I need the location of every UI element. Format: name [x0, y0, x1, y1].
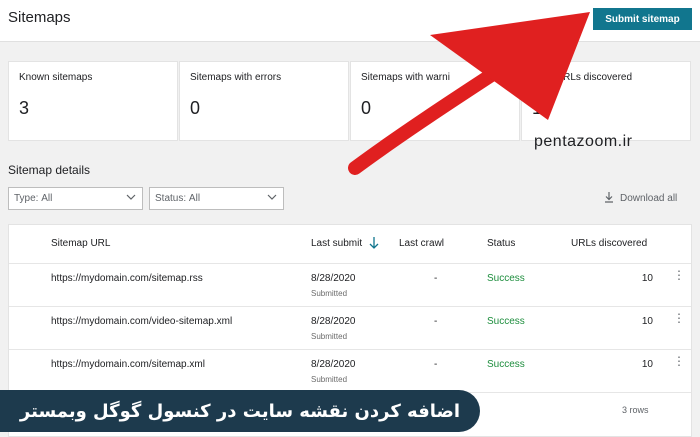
column-header-last-crawl[interactable]: Last crawl — [399, 238, 444, 249]
status-filter-select[interactable]: Status: All — [149, 187, 284, 210]
last-submit-cell: 8/28/2020 — [311, 316, 356, 327]
card-label: Sitemaps with errors — [190, 72, 282, 83]
last-crawl-cell: - — [434, 273, 438, 284]
arrow-down-icon[interactable] — [368, 236, 380, 250]
card-value: 0 — [361, 98, 372, 118]
total-urls-card: Total URLs discovered 10 — [521, 61, 691, 141]
filter-value: All — [41, 193, 53, 204]
status-cell: Success — [487, 316, 525, 327]
download-all-label: Download all — [620, 193, 678, 204]
column-header-urls-discovered[interactable]: URLs discovered — [571, 238, 647, 249]
sitemaps-errors-card: Sitemaps with errors 0 — [179, 61, 349, 141]
download-icon — [603, 191, 615, 206]
card-label: Known sitemaps — [19, 72, 93, 83]
rows-count: 3 rows — [622, 405, 649, 415]
more-vert-icon[interactable]: ⋮ — [673, 312, 685, 324]
status-cell: Success — [487, 273, 525, 284]
caption-banner: اضافه کردن نقشه سایت در کنسول گوگل وبمست… — [0, 390, 480, 432]
status-cell: Success — [487, 359, 525, 370]
sitemap-url-cell[interactable]: https://mydomain.com/sitemap.xml — [51, 359, 205, 370]
last-submit-cell: 8/28/2020 — [311, 273, 356, 284]
page-title: Sitemaps — [8, 9, 71, 26]
download-all-button[interactable]: Download all — [603, 191, 677, 206]
filter-prefix: Type: — [14, 193, 39, 204]
type-filter-select[interactable]: Type: All — [8, 187, 143, 210]
watermark-text: pentazoom.ir — [534, 133, 633, 150]
more-vert-icon[interactable]: ⋮ — [673, 269, 685, 281]
column-header-last-submit[interactable]: Last submit — [311, 238, 362, 249]
known-sitemaps-card: Known sitemaps 3 — [8, 61, 178, 141]
submit-note: Submitted — [311, 375, 348, 384]
card-value: 10 — [532, 98, 553, 118]
row-divider — [9, 306, 691, 307]
card-label: Total URLs discovered — [532, 72, 633, 83]
row-divider — [9, 349, 691, 350]
column-header-status[interactable]: Status — [487, 238, 515, 249]
banner-text: اضافه کردن نقشه سایت در کنسول گوگل وبمست… — [19, 400, 461, 422]
top-bar: Sitemaps Submit sitemap — [0, 0, 700, 42]
section-title: Sitemap details — [8, 163, 91, 177]
column-header-url[interactable]: Sitemap URL — [51, 238, 110, 249]
submit-note: Submitted — [311, 289, 348, 298]
sitemap-url-cell[interactable]: https://mydomain.com/video-sitemap.xml — [51, 316, 232, 327]
urls-discovered-cell: 10 — [641, 359, 653, 370]
sitemap-url-cell[interactable]: https://mydomain.com/sitemap.rss — [51, 273, 203, 284]
submit-note: Submitted — [311, 332, 348, 341]
card-value: 0 — [190, 98, 201, 118]
row-divider — [9, 263, 691, 264]
submit-sitemap-button[interactable]: Submit sitemap — [593, 8, 692, 30]
summary-cards: Known sitemaps 3 Sitemaps with errors 0 … — [8, 61, 692, 141]
filter-prefix: Status: — [155, 193, 187, 204]
card-label: Sitemaps with warni — [361, 72, 450, 83]
urls-discovered-cell: 10 — [641, 273, 653, 284]
card-value: 3 — [19, 98, 30, 118]
filter-value: All — [188, 193, 201, 204]
last-crawl-cell: - — [434, 316, 438, 327]
urls-discovered-cell: 10 — [641, 316, 653, 327]
last-submit-cell: 8/28/2020 — [311, 359, 356, 370]
last-crawl-cell: - — [434, 359, 438, 370]
more-vert-icon[interactable]: ⋮ — [673, 355, 685, 367]
chevron-down-icon — [267, 192, 277, 205]
sitemaps-warnings-card: Sitemaps with warni 0 — [350, 61, 520, 141]
chevron-down-icon — [126, 192, 136, 205]
